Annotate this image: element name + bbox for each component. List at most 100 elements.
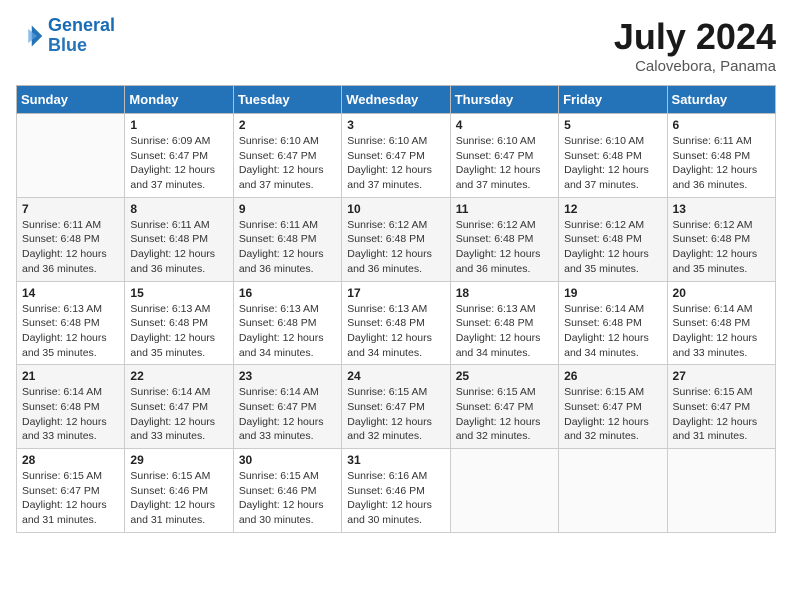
day-cell: 6Sunrise: 6:11 AMSunset: 6:48 PMDaylight… xyxy=(667,114,775,198)
day-cell: 2Sunrise: 6:10 AMSunset: 6:47 PMDaylight… xyxy=(233,114,341,198)
day-number: 3 xyxy=(347,118,444,132)
day-number: 25 xyxy=(456,369,553,383)
day-cell: 12 Sunrise: 6:12 AMSunset: 6:48 PMDayligh… xyxy=(559,197,667,281)
week-row-1: 1 Sunrise: 6:09 AMSunset: 6:47 PMDaylight… xyxy=(17,114,776,198)
day-info: Sunrise: 6:12 AMSunset: 6:48 PMDaylight:… xyxy=(456,218,553,277)
week-row-3: 14 Sunrise: 6:13 AMSunset: 6:48 PMDayligh… xyxy=(17,281,776,365)
day-cell xyxy=(450,449,558,533)
day-number: 29 xyxy=(130,453,227,467)
logo-icon xyxy=(16,22,44,50)
day-cell: 15 Sunrise: 6:13 AMSunset: 6:48 PMDayligh… xyxy=(125,281,233,365)
day-cell: 7Sunrise: 6:11 AMSunset: 6:48 PMDaylight… xyxy=(17,197,125,281)
title-area: July 2024 Calovebora, Panama xyxy=(614,16,776,75)
calendar-body: 1 Sunrise: 6:09 AMSunset: 6:47 PMDaylight… xyxy=(17,114,776,533)
day-number: 22 xyxy=(130,369,227,383)
day-info: Sunrise: 6:10 AMSunset: 6:47 PMDaylight:… xyxy=(347,134,444,193)
week-row-2: 7Sunrise: 6:11 AMSunset: 6:48 PMDaylight… xyxy=(17,197,776,281)
day-number: 18 xyxy=(456,286,553,300)
day-number: 20 xyxy=(673,286,770,300)
header-cell-saturday: Saturday xyxy=(667,86,775,114)
day-cell: 26Sunrise: 6:15 AMSunset: 6:47 PMDayligh… xyxy=(559,365,667,449)
day-info: Sunrise: 6:15 AMSunset: 6:47 PMDaylight:… xyxy=(673,385,770,444)
day-cell: 25 Sunrise: 6:15 AMSunset: 6:47 PMDayligh… xyxy=(450,365,558,449)
day-info: Sunrise: 6:10 AMSunset: 6:47 PMDaylight:… xyxy=(239,134,336,193)
day-info: Sunrise: 6:14 AMSunset: 6:48 PMDaylight:… xyxy=(673,302,770,361)
day-cell: 8Sunrise: 6:11 AMSunset: 6:48 PMDaylight… xyxy=(125,197,233,281)
day-cell: 1 Sunrise: 6:09 AMSunset: 6:47 PMDaylight… xyxy=(125,114,233,198)
calendar-table: SundayMondayTuesdayWednesdayThursdayFrid… xyxy=(16,85,776,533)
day-cell xyxy=(667,449,775,533)
day-cell: 18 Sunrise: 6:13 AMSunset: 6:48 PMDayligh… xyxy=(450,281,558,365)
day-cell: 21 Sunrise: 6:14 AMSunset: 6:48 PMDayligh… xyxy=(17,365,125,449)
day-number: 15 xyxy=(130,286,227,300)
day-cell: 19 Sunrise: 6:14 AMSunset: 6:48 PMDayligh… xyxy=(559,281,667,365)
day-info: Sunrise: 6:14 AMSunset: 6:47 PMDaylight:… xyxy=(130,385,227,444)
header-cell-thursday: Thursday xyxy=(450,86,558,114)
day-cell: 29 Sunrise: 6:15 AMSunset: 6:46 PMDayligh… xyxy=(125,449,233,533)
day-info: Sunrise: 6:12 AMSunset: 6:48 PMDaylight:… xyxy=(347,218,444,277)
day-info: Sunrise: 6:13 AMSunset: 6:48 PMDaylight:… xyxy=(22,302,119,361)
day-number: 11 xyxy=(456,202,553,216)
day-info: Sunrise: 6:09 AMSunset: 6:47 PMDaylight:… xyxy=(130,134,227,193)
day-info: Sunrise: 6:15 AMSunset: 6:47 PMDaylight:… xyxy=(347,385,444,444)
day-number: 30 xyxy=(239,453,336,467)
day-info: Sunrise: 6:11 AMSunset: 6:48 PMDaylight:… xyxy=(239,218,336,277)
day-info: Sunrise: 6:12 AMSunset: 6:48 PMDaylight:… xyxy=(673,218,770,277)
day-cell: 17 Sunrise: 6:13 AMSunset: 6:48 PMDayligh… xyxy=(342,281,450,365)
day-number: 21 xyxy=(22,369,119,383)
day-cell xyxy=(559,449,667,533)
day-info: Sunrise: 6:12 AMSunset: 6:48 PMDaylight:… xyxy=(564,218,661,277)
header-cell-tuesday: Tuesday xyxy=(233,86,341,114)
day-number: 27 xyxy=(673,369,770,383)
header-cell-monday: Monday xyxy=(125,86,233,114)
day-cell: 9 Sunrise: 6:11 AMSunset: 6:48 PMDaylight… xyxy=(233,197,341,281)
calendar-header-row: SundayMondayTuesdayWednesdayThursdayFrid… xyxy=(17,86,776,114)
day-info: Sunrise: 6:10 AMSunset: 6:47 PMDaylight:… xyxy=(456,134,553,193)
day-cell: 23 Sunrise: 6:14 AMSunset: 6:47 PMDayligh… xyxy=(233,365,341,449)
week-row-4: 21 Sunrise: 6:14 AMSunset: 6:48 PMDayligh… xyxy=(17,365,776,449)
day-info: Sunrise: 6:13 AMSunset: 6:48 PMDaylight:… xyxy=(130,302,227,361)
day-number: 31 xyxy=(347,453,444,467)
day-info: Sunrise: 6:13 AMSunset: 6:48 PMDaylight:… xyxy=(456,302,553,361)
day-number: 5 xyxy=(564,118,661,132)
logo: General Blue xyxy=(16,16,115,56)
day-info: Sunrise: 6:15 AMSunset: 6:46 PMDaylight:… xyxy=(130,469,227,528)
day-number: 10 xyxy=(347,202,444,216)
day-cell: 10 Sunrise: 6:12 AMSunset: 6:48 PMDayligh… xyxy=(342,197,450,281)
day-info: Sunrise: 6:16 AMSunset: 6:46 PMDaylight:… xyxy=(347,469,444,528)
day-info: Sunrise: 6:13 AMSunset: 6:48 PMDaylight:… xyxy=(347,302,444,361)
day-number: 9 xyxy=(239,202,336,216)
day-cell xyxy=(17,114,125,198)
day-number: 26 xyxy=(564,369,661,383)
location-subtitle: Calovebora, Panama xyxy=(614,58,776,75)
day-cell: 31 Sunrise: 6:16 AMSunset: 6:46 PMDayligh… xyxy=(342,449,450,533)
day-number: 12 xyxy=(564,202,661,216)
day-cell: 28Sunrise: 6:15 AMSunset: 6:47 PMDayligh… xyxy=(17,449,125,533)
day-info: Sunrise: 6:14 AMSunset: 6:47 PMDaylight:… xyxy=(239,385,336,444)
header-cell-wednesday: Wednesday xyxy=(342,86,450,114)
logo-text: General Blue xyxy=(48,16,115,56)
day-info: Sunrise: 6:11 AMSunset: 6:48 PMDaylight:… xyxy=(673,134,770,193)
day-number: 14 xyxy=(22,286,119,300)
day-info: Sunrise: 6:13 AMSunset: 6:48 PMDaylight:… xyxy=(239,302,336,361)
day-cell: 24 Sunrise: 6:15 AMSunset: 6:47 PMDayligh… xyxy=(342,365,450,449)
day-cell: 30 Sunrise: 6:15 AMSunset: 6:46 PMDayligh… xyxy=(233,449,341,533)
header-cell-sunday: Sunday xyxy=(17,86,125,114)
day-number: 1 xyxy=(130,118,227,132)
day-info: Sunrise: 6:11 AMSunset: 6:48 PMDaylight:… xyxy=(22,218,119,277)
day-number: 17 xyxy=(347,286,444,300)
day-info: Sunrise: 6:14 AMSunset: 6:48 PMDaylight:… xyxy=(22,385,119,444)
day-number: 23 xyxy=(239,369,336,383)
day-number: 19 xyxy=(564,286,661,300)
day-number: 16 xyxy=(239,286,336,300)
day-cell: 20 Sunrise: 6:14 AMSunset: 6:48 PMDayligh… xyxy=(667,281,775,365)
day-number: 4 xyxy=(456,118,553,132)
day-info: Sunrise: 6:15 AMSunset: 6:46 PMDaylight:… xyxy=(239,469,336,528)
day-cell: 14 Sunrise: 6:13 AMSunset: 6:48 PMDayligh… xyxy=(17,281,125,365)
day-cell: 16 Sunrise: 6:13 AMSunset: 6:48 PMDayligh… xyxy=(233,281,341,365)
day-info: Sunrise: 6:14 AMSunset: 6:48 PMDaylight:… xyxy=(564,302,661,361)
day-number: 24 xyxy=(347,369,444,383)
week-row-5: 28Sunrise: 6:15 AMSunset: 6:47 PMDayligh… xyxy=(17,449,776,533)
day-cell: 11 Sunrise: 6:12 AMSunset: 6:48 PMDayligh… xyxy=(450,197,558,281)
day-info: Sunrise: 6:15 AMSunset: 6:47 PMDaylight:… xyxy=(456,385,553,444)
